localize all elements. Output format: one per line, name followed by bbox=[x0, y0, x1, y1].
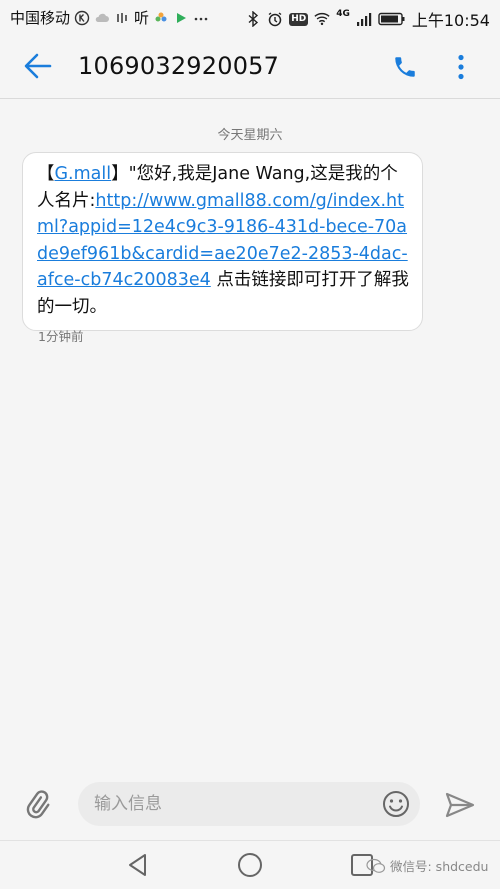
phone-icon bbox=[395, 57, 415, 77]
hd-icon: HD bbox=[289, 12, 309, 26]
cloud-icon bbox=[94, 10, 110, 26]
date-separator: 今天星期六 bbox=[217, 128, 283, 143]
more-dots-icon bbox=[193, 10, 209, 26]
wechat-icon bbox=[366, 858, 386, 873]
message-timestamp: 1分钟前 bbox=[38, 329, 84, 344]
play-icon bbox=[173, 10, 189, 26]
emoji-button[interactable] bbox=[380, 788, 412, 820]
paperclip-icon bbox=[26, 790, 50, 819]
carrier-label: 中国移动 bbox=[10, 9, 71, 27]
wifi-icon bbox=[314, 11, 330, 27]
message-prefix: 【 bbox=[37, 164, 55, 184]
battery-icon bbox=[378, 11, 406, 27]
message-bubble[interactable]: 【G.mall】"您好,我是Jane Wang,这是我的个人名片:http://… bbox=[22, 152, 423, 331]
arrow-left-icon bbox=[24, 53, 52, 79]
wechat-watermark: 微信号: shdcedu bbox=[366, 856, 488, 875]
alarm-icon bbox=[267, 11, 283, 27]
more-vertical-icon bbox=[458, 54, 464, 80]
call-button[interactable] bbox=[388, 51, 422, 83]
triangle-back-icon bbox=[129, 854, 146, 876]
headphone-icon bbox=[114, 10, 130, 26]
send-icon bbox=[445, 792, 475, 818]
bluetooth-icon bbox=[245, 11, 261, 27]
status-time: 上午10:54 bbox=[411, 11, 490, 30]
watermark-text: 微信号: shdcedu bbox=[390, 859, 489, 874]
message-input-box[interactable] bbox=[78, 782, 420, 826]
back-button[interactable] bbox=[20, 50, 56, 82]
smiley-icon bbox=[383, 791, 409, 817]
k-icon bbox=[74, 10, 90, 26]
attach-button[interactable] bbox=[20, 786, 56, 822]
conversation-header: 1069032920057 bbox=[0, 34, 500, 99]
status-bar: 中国移动 听 HD 4G 上午10:54 bbox=[0, 0, 500, 34]
message-input[interactable] bbox=[94, 782, 364, 826]
circle-home-icon bbox=[238, 853, 262, 877]
status-right: HD 4G 上午10:54 bbox=[245, 7, 490, 31]
signal-icon bbox=[356, 11, 372, 27]
nav-back-button[interactable] bbox=[124, 851, 152, 879]
flower-icon bbox=[153, 10, 169, 26]
brand-link[interactable]: G.mall bbox=[55, 164, 112, 184]
more-options-button[interactable] bbox=[444, 51, 478, 83]
listen-label: 听 bbox=[134, 9, 150, 27]
nav-home-button[interactable] bbox=[236, 851, 264, 879]
status-left: 中国移动 听 bbox=[10, 7, 209, 28]
send-button[interactable] bbox=[442, 788, 478, 822]
network-type-label: 4G bbox=[336, 9, 350, 19]
contact-number-title: 1069032920057 bbox=[78, 52, 280, 80]
